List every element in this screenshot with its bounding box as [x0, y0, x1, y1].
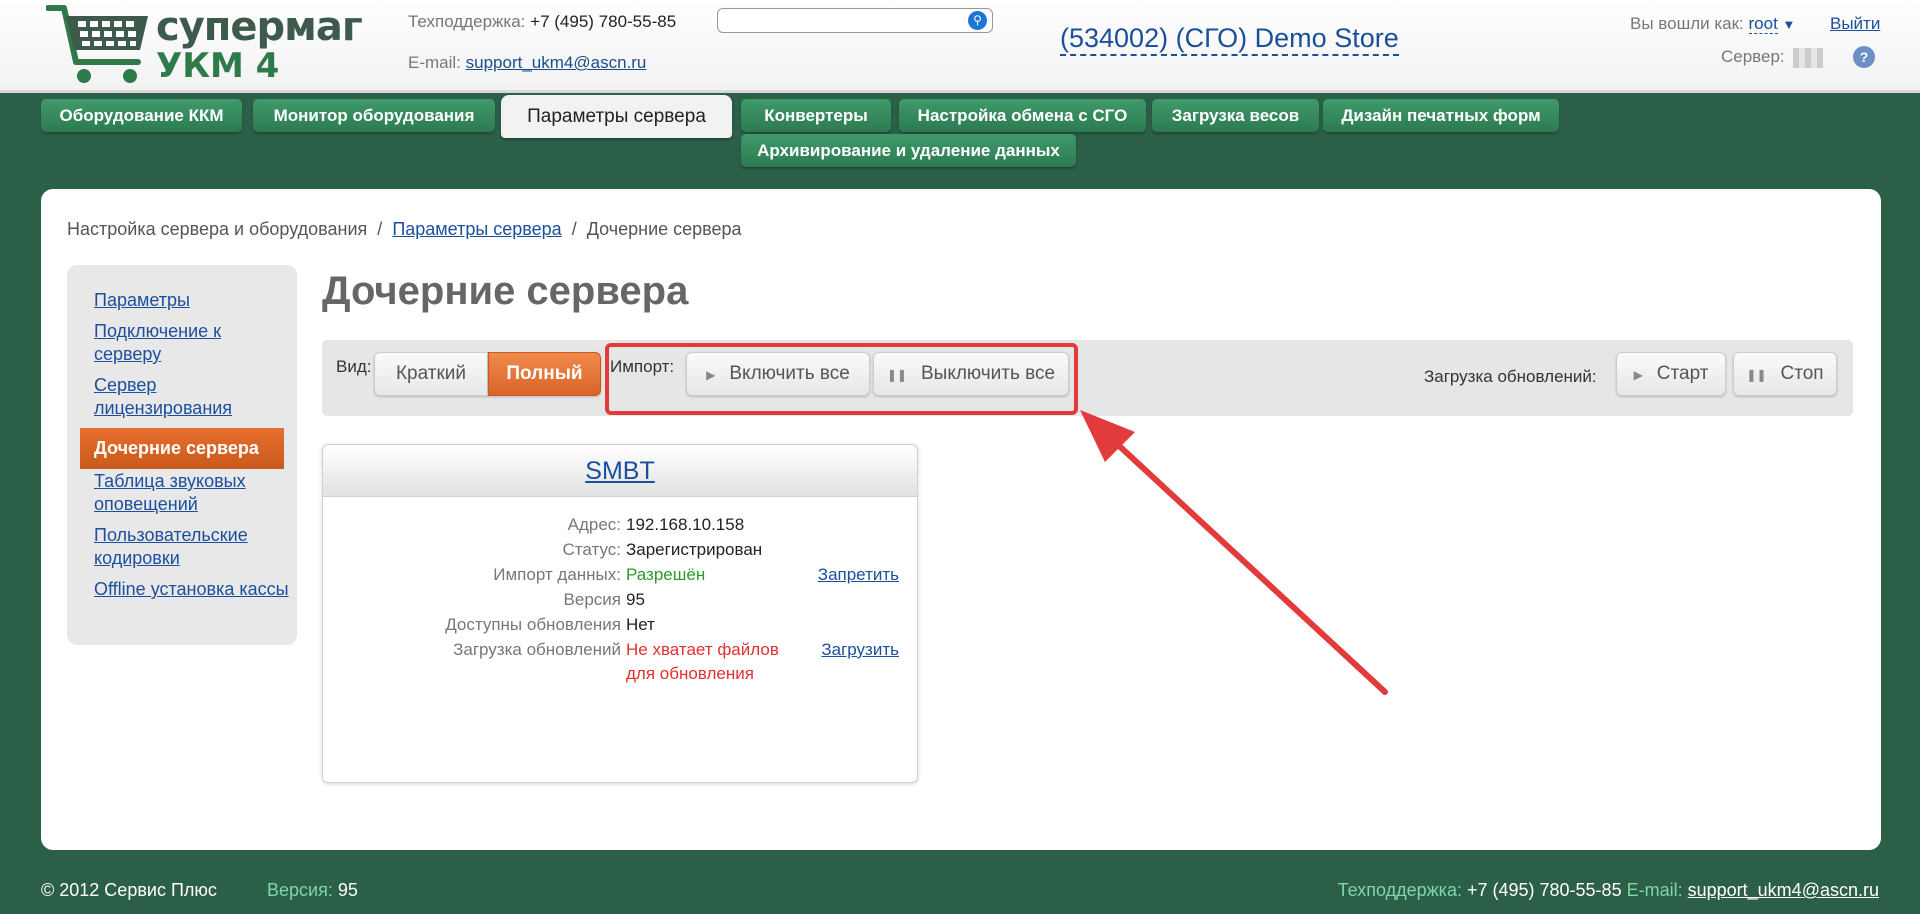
- breadcrumb-current: Дочерние сервера: [586, 219, 742, 239]
- forbid-import-link[interactable]: Запретить: [818, 563, 899, 587]
- sidebar-item-sound-alerts[interactable]: Таблица звуковых оповещений: [94, 470, 289, 516]
- support-email: E-mail: support_ukm4@ascn.ru: [408, 53, 646, 73]
- nav-scales-loading[interactable]: Загрузка весов: [1152, 99, 1319, 132]
- breadcrumb-item: Настройка сервера и оборудования: [67, 219, 368, 239]
- search-input[interactable]: ⚲: [717, 8, 993, 33]
- logo-title: супермаг: [156, 4, 363, 50]
- updates-available-label: Доступны обновления: [445, 615, 621, 634]
- nav-converters[interactable]: Конвертеры: [741, 99, 891, 132]
- support-phone-value: +7 (495) 780-55-85: [530, 12, 677, 31]
- nav-sgo-exchange[interactable]: Настройка обмена с СГО: [899, 99, 1146, 132]
- logo[interactable]: супермаг УКМ 4: [46, 2, 363, 86]
- stop-label: Стоп: [1780, 363, 1824, 384]
- user-info: Вы вошли как: root ▼: [1630, 14, 1795, 34]
- cart-logo-icon: [46, 5, 148, 83]
- footer-support-phone: +7 (495) 780-55-85: [1466, 880, 1622, 900]
- logout-link[interactable]: Выйти: [1830, 14, 1880, 34]
- page-title: Дочерние сервера: [322, 269, 689, 313]
- logo-subtitle: УКМ 4: [156, 46, 280, 86]
- email-link[interactable]: support_ukm4@ascn.ru: [466, 53, 647, 72]
- footer: © 2012 Сервис Плюс Версия: 95 Техподдерж…: [0, 860, 1920, 914]
- load-updates-link[interactable]: Загрузить: [821, 638, 899, 662]
- server-name-link[interactable]: SMBT: [585, 457, 654, 485]
- logged-in-label: Вы вошли как:: [1630, 14, 1744, 33]
- breadcrumb-separator: /: [377, 219, 383, 239]
- sidebar-item-offline-install[interactable]: Offline установка кассы: [94, 578, 289, 601]
- sidebar-item-child-servers[interactable]: Дочерние сервера: [80, 428, 284, 469]
- footer-support-label: Техподдержка:: [1337, 880, 1462, 900]
- header: супермаг УКМ 4 Техподдержка: +7 (495) 78…: [0, 0, 1920, 93]
- chevron-down-icon[interactable]: ▼: [1783, 17, 1796, 32]
- nav-kkm-equipment[interactable]: Оборудование ККМ: [41, 99, 242, 132]
- nav-print-forms-design[interactable]: Дизайн печатных форм: [1323, 99, 1559, 132]
- version-value: 95: [626, 590, 645, 609]
- nav-server-params[interactable]: Параметры сервера: [501, 95, 732, 138]
- updates-load-label: Загрузка обновлений: [453, 640, 621, 659]
- stop-button[interactable]: ❚❚ Стоп: [1733, 352, 1837, 396]
- breadcrumb-link-server-params[interactable]: Параметры сервера: [392, 219, 561, 239]
- user-menu[interactable]: root: [1748, 14, 1778, 34]
- footer-version-label: Версия:: [267, 880, 333, 900]
- server-label: Сервер:: [1721, 47, 1785, 66]
- support-label: Техподдержка:: [408, 12, 526, 31]
- sidebar-item-server-connection[interactable]: Подключение к серверу: [94, 320, 289, 366]
- support-phone: Техподдержка: +7 (495) 780-55-85: [408, 12, 676, 32]
- annotation-highlight-box: [605, 343, 1078, 415]
- sidebar: Параметры Подключение к серверу Сервер л…: [67, 265, 297, 645]
- footer-support: Техподдержка: +7 (495) 780-55-85 E-mail:…: [1338, 880, 1879, 901]
- footer-version: Версия: 95: [267, 880, 358, 901]
- updates-label: Загрузка обновлений:: [1424, 367, 1597, 386]
- server-card-header: SMBT: [323, 445, 917, 497]
- address-label: Адрес:: [567, 515, 621, 534]
- start-label: Старт: [1656, 363, 1709, 384]
- start-button[interactable]: ▶ Старт: [1616, 352, 1726, 396]
- updates-available-value: Нет: [626, 615, 655, 634]
- import-label: Импорт данных:: [493, 565, 621, 584]
- sidebar-item-custom-encodings[interactable]: Пользовательские кодировки: [94, 524, 289, 570]
- view-full-button[interactable]: Полный: [488, 352, 601, 396]
- play-icon: ▶: [1633, 368, 1643, 382]
- updates-load-value: Не хватает файлов для обновления: [626, 640, 779, 683]
- version-label: Версия: [563, 590, 621, 609]
- nav-archive-delete[interactable]: Архивирование и удаление данных: [741, 134, 1076, 167]
- server-info: Сервер:: [1721, 47, 1824, 68]
- copyright: © 2012 Сервис Плюс: [41, 880, 217, 900]
- status-label: Статус:: [562, 540, 621, 559]
- footer-email-link[interactable]: support_ukm4@ascn.ru: [1688, 880, 1879, 900]
- server-card: SMBT Адрес: 192.168.10.158 Статус: Зарег…: [322, 444, 918, 783]
- footer-email-label: E-mail:: [1626, 880, 1683, 900]
- sidebar-item-params[interactable]: Параметры: [94, 289, 289, 312]
- toolbar: Вид: Краткий Полный Импорт: ▶ Включить вс…: [322, 340, 1853, 416]
- sidebar-item-license-server[interactable]: Сервер лицензирования: [94, 374, 289, 420]
- main-panel: Настройка сервера и оборудования / Парам…: [41, 189, 1881, 850]
- store-selector[interactable]: (534002) (СГО) Demo Store: [1060, 22, 1399, 56]
- breadcrumb: Настройка сервера и оборудования / Парам…: [67, 219, 742, 240]
- address-value: 192.168.10.158: [626, 515, 745, 534]
- search-icon[interactable]: ⚲: [968, 11, 987, 30]
- server-status-icon: [1793, 47, 1824, 68]
- email-label: E-mail:: [408, 53, 461, 72]
- view-label: Вид:: [336, 357, 372, 376]
- footer-version-value: 95: [337, 880, 358, 900]
- import-value: Разрешён: [626, 565, 706, 584]
- pause-icon: ❚❚: [1746, 368, 1767, 382]
- status-value: Зарегистрирован: [626, 540, 763, 559]
- breadcrumb-separator: /: [571, 219, 577, 239]
- nav-equipment-monitor[interactable]: Монитор оборудования: [253, 99, 495, 132]
- help-icon[interactable]: ?: [1853, 46, 1875, 68]
- view-short-button[interactable]: Краткий: [374, 352, 488, 396]
